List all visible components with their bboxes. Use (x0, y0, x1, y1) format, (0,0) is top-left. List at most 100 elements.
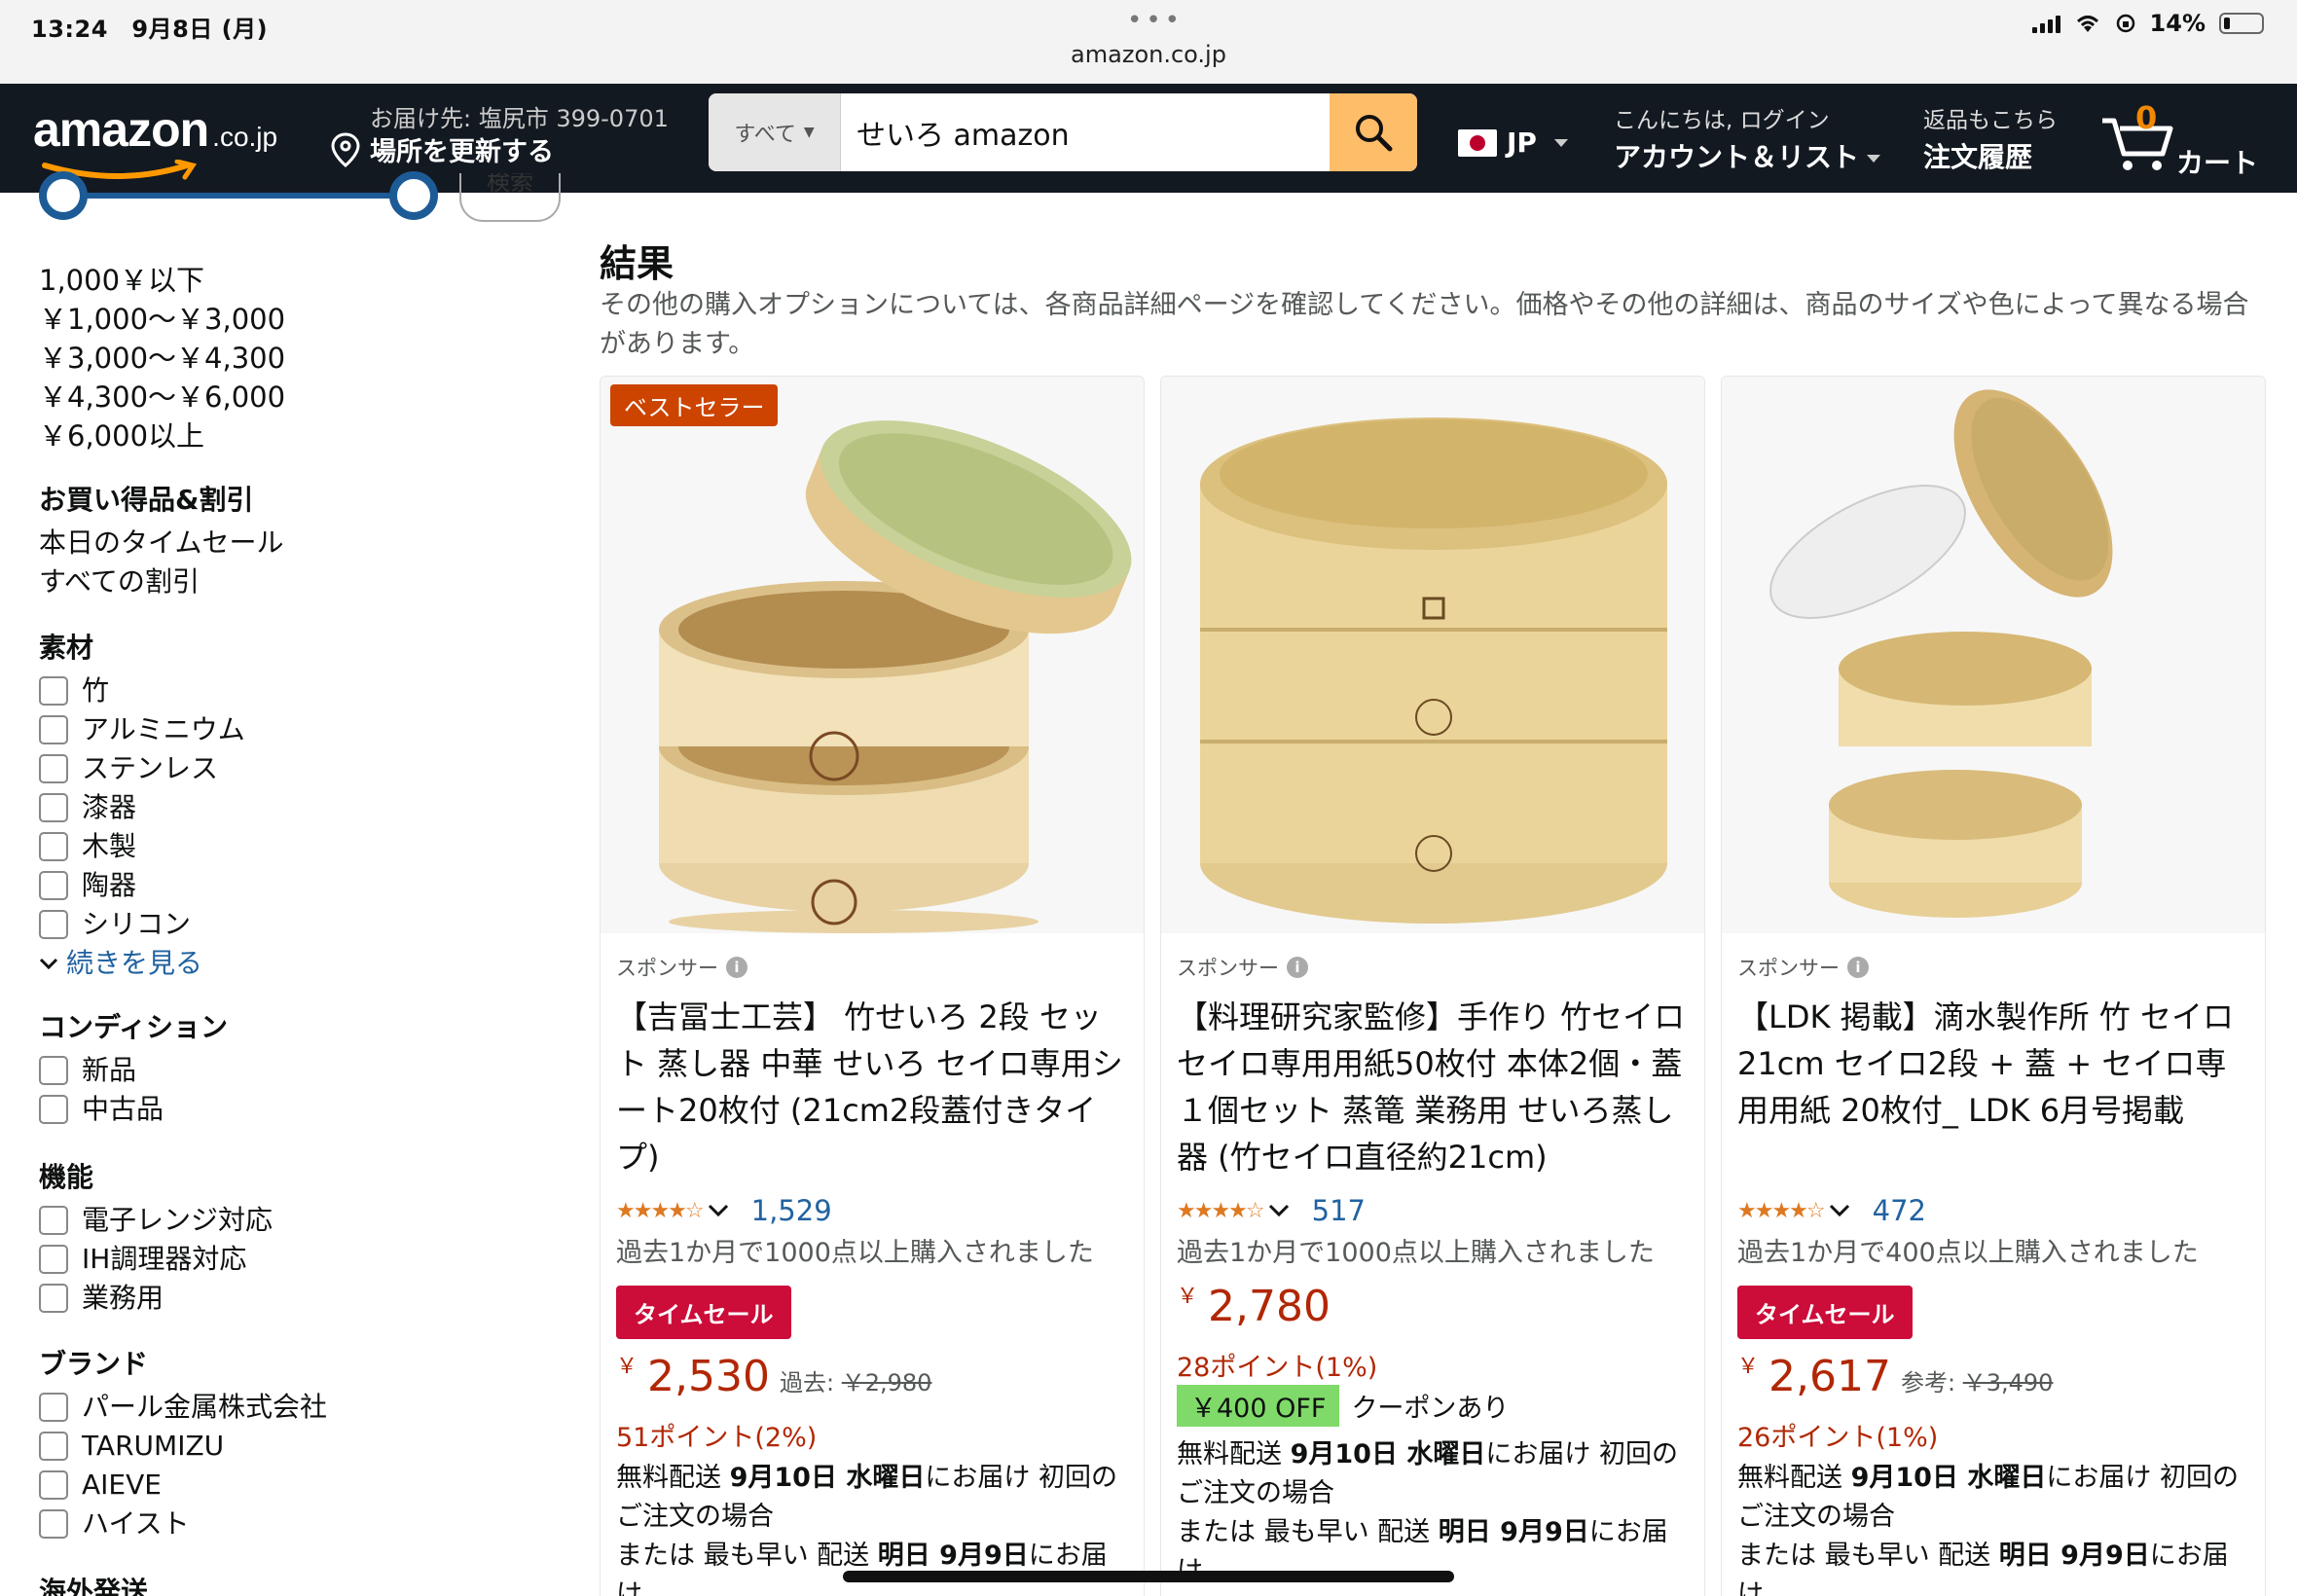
bamboo-steamer-image (1161, 377, 1704, 933)
star-rating[interactable]: ★★★★☆ 1,529 (616, 1194, 832, 1227)
points: 51ポイント(2%) (616, 1423, 818, 1453)
status-bar: 13:24 9月8日 (月) ••• amazon.co.jp 14% (0, 0, 2297, 84)
cart-label: カート (2176, 147, 2259, 179)
address-bar-url[interactable]: amazon.co.jp (0, 41, 2297, 68)
status-time: 13:24 9月8日 (月) (31, 16, 269, 43)
feature-checkbox[interactable]: 業務用 (39, 1279, 273, 1318)
material-checkbox[interactable]: シリコン (39, 905, 245, 944)
brand-checkbox[interactable]: ハイスト (39, 1505, 327, 1543)
time-sale-badge: タイムセール (616, 1286, 791, 1339)
review-count[interactable]: 1,529 (751, 1194, 832, 1227)
product-image[interactable]: ベストセラー (601, 377, 1144, 933)
brand-checkbox[interactable]: TARUMIZU (39, 1427, 327, 1466)
search-category-dropdown[interactable]: すべて ▼ (709, 93, 841, 171)
status-indicators: 14% (2031, 10, 2264, 37)
product-card[interactable]: スポンサー i 【LDK 掲載】滴水製作所 竹 セイロ 21cm セイロ2段 + … (1721, 376, 2266, 1596)
results-description: その他の購入オプションについては、各商品詳細ページを確認してください。価格やその… (600, 290, 2249, 359)
battery-icon (2219, 13, 2264, 34)
info-icon[interactable]: i (726, 957, 747, 978)
material-checkbox[interactable]: 竹 (39, 671, 245, 710)
location-pin-icon (331, 132, 360, 167)
price-slider-max-handle[interactable] (389, 171, 438, 220)
deal-link[interactable]: すべての割引 (39, 562, 283, 601)
material-facet: 素材 竹 アルミニウム ステンレス 漆器 木製 陶器 シリコン 続きを見る (39, 627, 245, 983)
price-range-list: 1,000￥以下 ￥1,000〜￥3,000 ￥3,000〜￥4,300 ￥4,… (39, 261, 285, 455)
facet-heading: 海外発送 (39, 1576, 149, 1596)
star-rating[interactable]: ★★★★☆ 472 (1737, 1194, 1926, 1227)
list-price: 過去: ￥2,980 (779, 1369, 932, 1396)
price[interactable]: ￥ 2,617 参考: ￥3,490 (1737, 1352, 2053, 1401)
price[interactable]: ￥ 2,780 (1177, 1282, 1331, 1331)
brand-checkbox[interactable]: パール金属株式会社 (39, 1388, 327, 1427)
product-card[interactable]: スポンサー i 【料理研究家監修】手作り 竹セイロ セイロ専用用紙50枚付 本体2… (1160, 376, 1705, 1596)
coupon[interactable]: ￥400 OFF クーポンあり (1177, 1385, 1509, 1427)
multitask-dots[interactable]: ••• (1127, 6, 1184, 35)
info-icon[interactable]: i (1287, 957, 1308, 978)
cart-count: 0 (2135, 99, 2158, 136)
cart-button[interactable]: 0 カート (2098, 99, 2274, 179)
product-title[interactable]: 【LDK 掲載】滴水製作所 竹 セイロ 21cm セイロ2段 + 蓋 + セイロ… (1737, 994, 2253, 1134)
orders-link[interactable]: 返品もこちら 注文履歴 (1923, 101, 2058, 175)
price[interactable]: ￥ 2,530 過去: ￥2,980 (616, 1352, 931, 1401)
feature-checkbox[interactable]: IH調理器対応 (39, 1240, 273, 1279)
results-heading: 結果 (600, 242, 675, 285)
sponsored-label[interactable]: スポンサー i (1177, 953, 1308, 982)
search-input[interactable] (841, 93, 1330, 171)
price-slider-track[interactable] (58, 193, 417, 199)
condition-checkbox[interactable]: 新品 (39, 1051, 228, 1090)
wifi-icon (2076, 16, 2098, 32)
price-range-link[interactable]: ￥3,000〜￥4,300 (39, 339, 285, 378)
update-location-link[interactable]: 場所を更新する (370, 130, 554, 168)
points: 28ポイント(1%) (1177, 1353, 1378, 1383)
price-slider-min-handle[interactable] (39, 171, 88, 220)
cellular-signal-icon (2031, 14, 2060, 33)
filter-sidebar: 検索 1,000￥以下 ￥1,000〜￥3,000 ￥3,000〜￥4,300 … (0, 171, 584, 1596)
product-image[interactable] (1722, 377, 2265, 933)
chevron-down-icon[interactable] (1828, 1203, 1851, 1218)
search-bar: すべて ▼ (709, 93, 1417, 171)
product-title[interactable]: 【料理研究家監修】手作り 竹セイロ セイロ専用用紙50枚付 本体2個・蓋１個セッ… (1177, 994, 1693, 1180)
price-range-link[interactable]: 1,000￥以下 (39, 261, 285, 300)
material-checkbox[interactable]: 陶器 (39, 866, 245, 905)
amazon-logo[interactable]: amazon .co.jp (33, 101, 277, 180)
see-more-link[interactable]: 続きを見る (39, 944, 245, 983)
chevron-down-icon (39, 958, 58, 970)
battery-percent: 14% (2149, 10, 2206, 37)
star-rating[interactable]: ★★★★☆ 517 (1177, 1194, 1366, 1227)
sponsored-label[interactable]: スポンサー i (616, 953, 747, 982)
feature-checkbox[interactable]: 電子レンジ対応 (39, 1201, 273, 1240)
features-facet: 機能 電子レンジ対応 IH調理器対応 業務用 (39, 1156, 273, 1318)
bought-count: 過去1か月で1000点以上購入されました (616, 1238, 1094, 1268)
product-image[interactable] (1161, 377, 1704, 933)
shipping-info: 無料配送 9月10日 水曜日にお届け 初回のご注文の場合 または 最も早い 配送… (1177, 1439, 1678, 1586)
deal-link[interactable]: 本日のタイムセール (39, 524, 283, 562)
price-go-button[interactable]: 検索 (459, 173, 561, 222)
material-checkbox[interactable]: 漆器 (39, 788, 245, 827)
brand-checkbox[interactable]: AIEVE (39, 1466, 327, 1505)
facet-heading: お買い得品&割引 (39, 484, 254, 516)
review-count[interactable]: 472 (1873, 1194, 1926, 1227)
list-price: 参考: ￥3,490 (1900, 1369, 2054, 1396)
price-range-link[interactable]: ￥6,000以上 (39, 417, 285, 455)
amazon-header: amazon .co.jp お届け先: 塩尻市 399-0701 場所を更新する … (0, 84, 2297, 193)
material-checkbox[interactable]: ステンレス (39, 749, 245, 788)
delivery-address: お届け先: 塩尻市 399-0701 (370, 105, 669, 132)
material-checkbox[interactable]: 木製 (39, 827, 245, 866)
account-menu[interactable]: こんにちは, ログイン アカウント＆リスト (1614, 101, 1881, 175)
deals-facet: お買い得品&割引 本日のタイムセール すべての割引 (39, 479, 283, 601)
home-indicator[interactable] (843, 1571, 1454, 1582)
search-button[interactable] (1330, 93, 1417, 171)
price-range-link[interactable]: ￥4,300〜￥6,000 (39, 378, 285, 417)
review-count[interactable]: 517 (1312, 1194, 1366, 1227)
info-icon[interactable]: i (1847, 957, 1869, 978)
condition-checkbox[interactable]: 中古品 (39, 1090, 228, 1129)
material-checkbox[interactable]: アルミニウム (39, 710, 245, 749)
price-range-link[interactable]: ￥1,000〜￥3,000 (39, 300, 285, 339)
coupon-tag[interactable]: ￥400 OFF (1177, 1385, 1340, 1427)
product-title[interactable]: 【吉冨士工芸】 竹せいろ 2段 セット 蒸し器 中華 せいろ セイロ専用シート2… (616, 994, 1132, 1180)
language-selector[interactable]: JP (1458, 127, 1568, 159)
chevron-down-icon[interactable] (707, 1203, 730, 1218)
sponsored-label[interactable]: スポンサー i (1737, 953, 1869, 982)
chevron-down-icon[interactable] (1267, 1203, 1291, 1218)
product-card[interactable]: ベストセラー スポンサー i 【吉冨士工芸】 竹せいろ 2段 セット 蒸し器 中華… (600, 376, 1145, 1596)
